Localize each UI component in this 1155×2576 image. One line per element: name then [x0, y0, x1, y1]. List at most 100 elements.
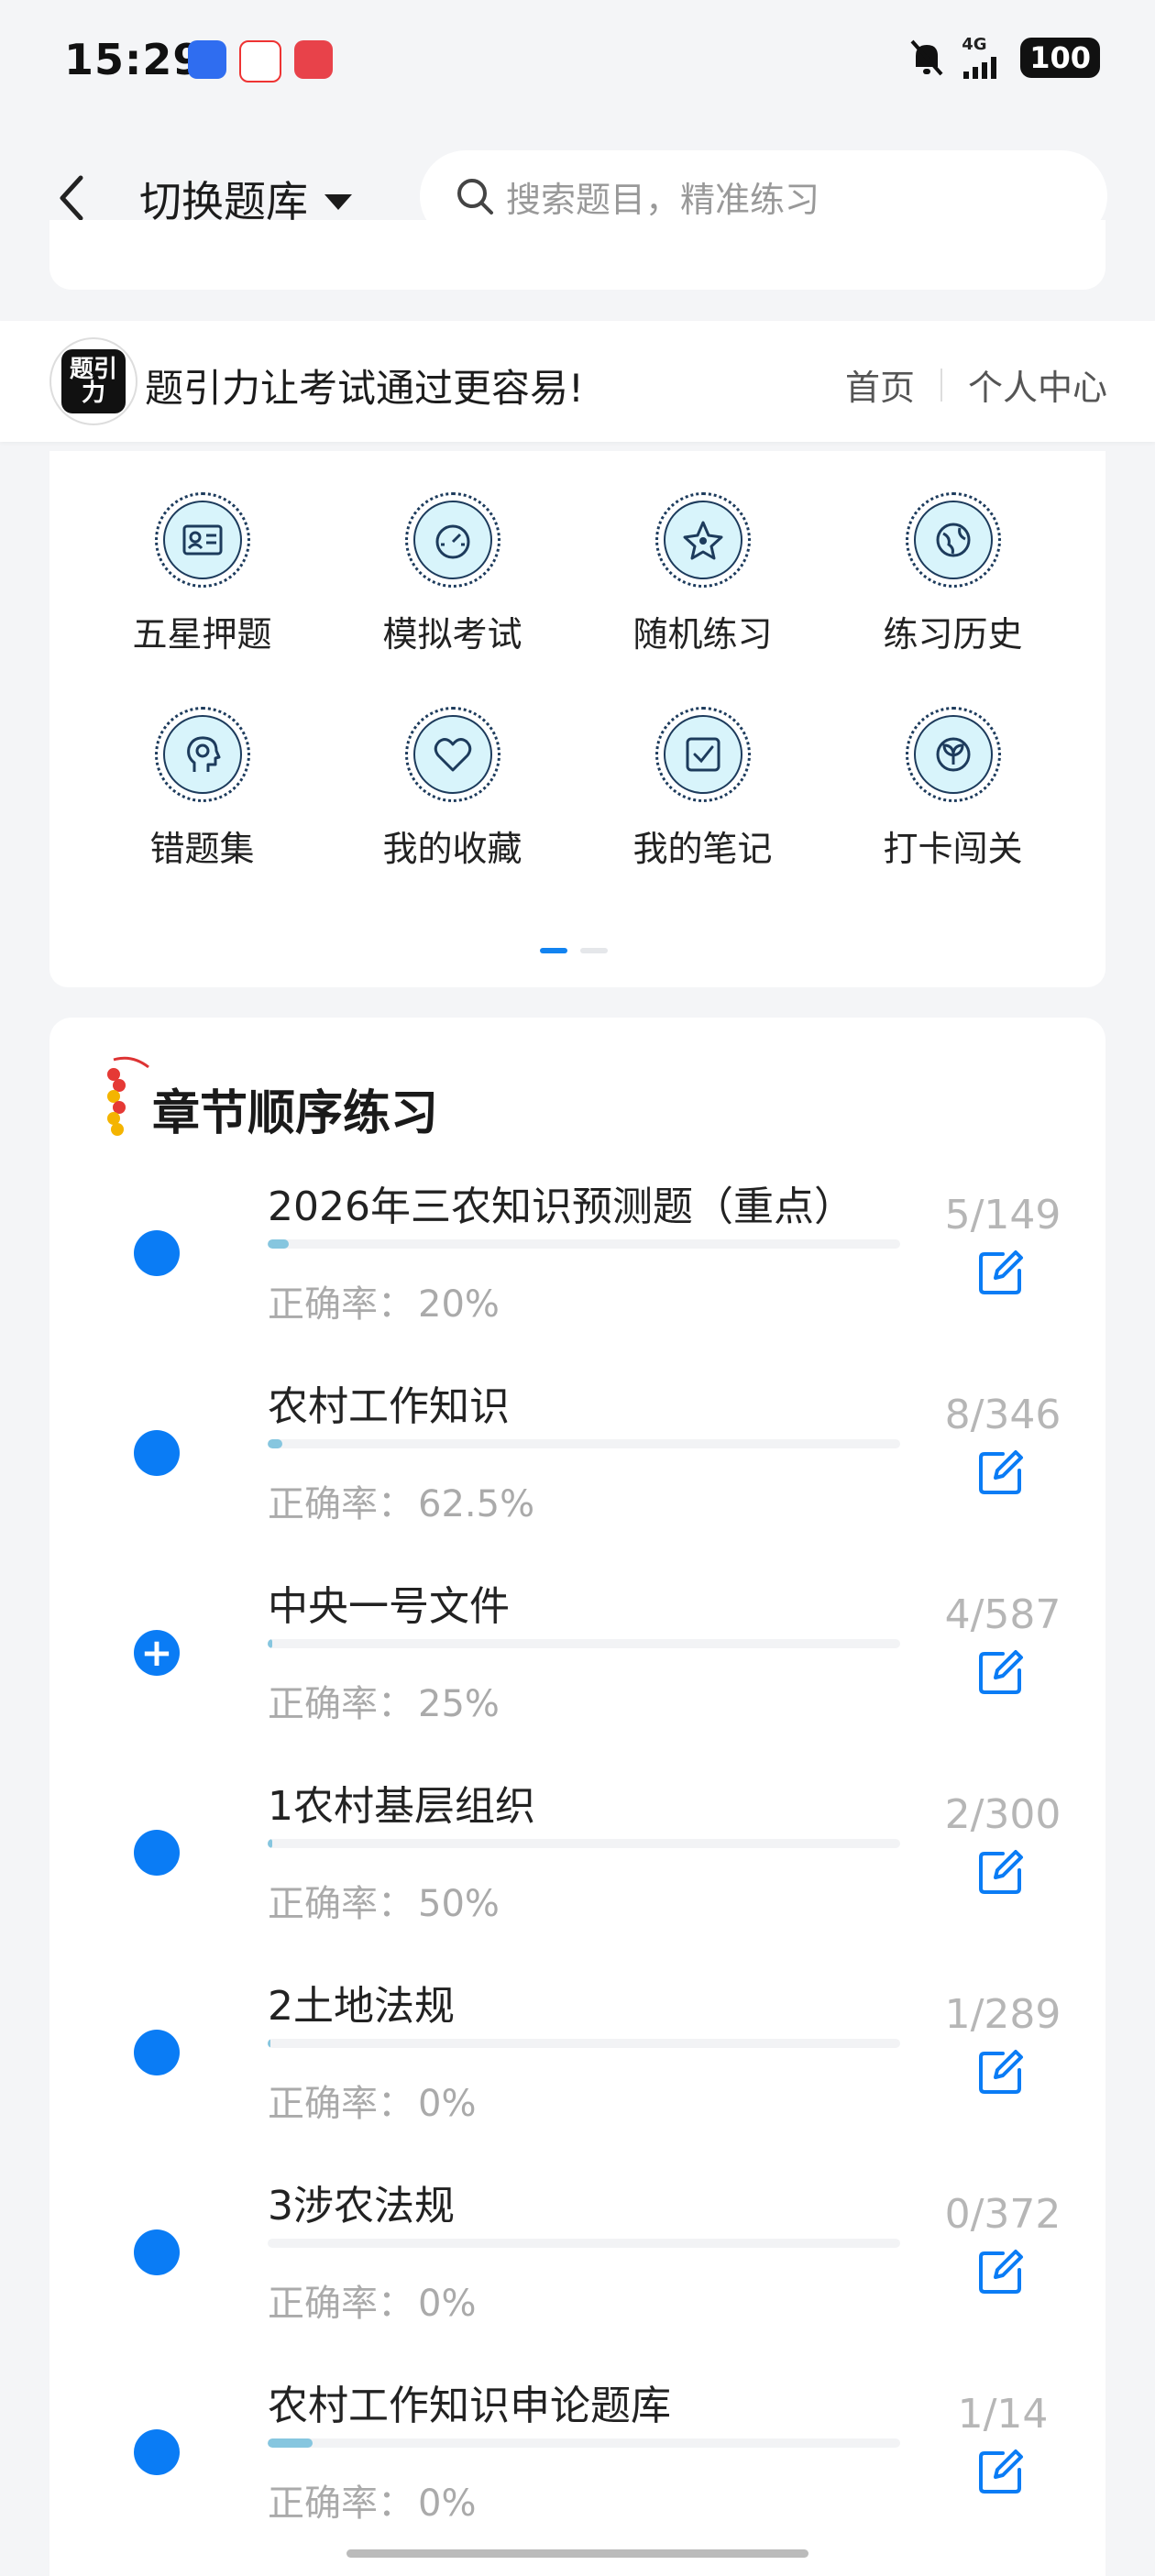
progress-count: 2/300: [944, 1791, 1062, 1838]
chapter-name: 2土地法规: [268, 1983, 455, 2030]
feature-grid: 五星押题 模拟考试 随机练习 练习历史 错题集 我的收藏 我的笔记 打卡闯关: [50, 492, 1133, 871]
chapter-name: 3涉农法规: [268, 2183, 455, 2229]
accuracy-text: 正确率： 25%: [268, 1674, 500, 1727]
grid-item-label: 练习历史: [883, 614, 1023, 655]
speedometer-icon: [435, 524, 469, 559]
grid-item-notes[interactable]: 我的笔记: [578, 707, 828, 871]
chapter-row[interactable]: 1农村基层组织正确率： 50% 2/300: [50, 1764, 1106, 1964]
battery-level: 100: [1020, 38, 1100, 78]
progress-track: [268, 1439, 900, 1448]
progress-fill: [268, 1239, 289, 1249]
id-card-icon: [182, 524, 222, 556]
grid-item-label: 随机练习: [632, 614, 773, 655]
chapter-practice-card: 章节顺序练习 2026年三农知识预测题（重点） 正确率： 20% 5/149 农村工作知…: [50, 1018, 1106, 2576]
accuracy-label: 正确率：: [268, 2083, 414, 2125]
accuracy-text: 正确率： 50%: [268, 1874, 500, 1927]
grid-item-label: 我的笔记: [632, 829, 773, 869]
search-placeholder: 搜索题目，精准练习: [506, 179, 820, 220]
chapter-name: 1农村基层组织: [268, 1783, 535, 1830]
chapter-name: 农村工作知识申论题库: [268, 2383, 671, 2429]
edit-button[interactable]: [975, 1447, 1027, 1502]
slogan: 题引力让考试通过更容易!: [145, 366, 584, 411]
chapter-row[interactable]: + 中央一号文件 正确率： 25% 4/587: [50, 1564, 1106, 1764]
profile-link[interactable]: 个人中心: [968, 359, 1107, 410]
edit-icon: [979, 1650, 1023, 1694]
grid-item-mock-exam[interactable]: 模拟考试: [327, 492, 578, 656]
chapter-dot-icon[interactable]: [134, 1430, 180, 1476]
edit-button[interactable]: [975, 1247, 1027, 1302]
grid-item-label: 错题集: [149, 829, 255, 869]
grid-item-random-practice[interactable]: 随机练习: [578, 492, 828, 656]
brand-bar: 题引力 题引力让考试通过更容易! 首页 个人中心: [0, 321, 1155, 442]
chapter-dot-icon[interactable]: [134, 1230, 180, 1276]
chapter-dot-icon[interactable]: [134, 2429, 180, 2475]
chapter-name: 中央一号文件: [268, 1583, 510, 1630]
page-dot[interactable]: [580, 948, 608, 953]
edit-button[interactable]: [975, 1846, 1027, 1901]
chevron-left-icon: [60, 175, 83, 221]
edit-button[interactable]: [975, 2246, 1027, 2301]
edit-icon: [979, 2250, 1023, 2294]
grid-item-checkin[interactable]: 打卡闯关: [828, 707, 1078, 871]
accuracy-value: 0%: [418, 2083, 477, 2125]
heart-icon: [434, 738, 471, 772]
system-indicators: 4G 100: [908, 37, 1100, 79]
banner-card-edge: [50, 220, 1106, 290]
grid-item-history[interactable]: 练习历史: [828, 492, 1078, 656]
grid-item-label: 模拟考试: [382, 614, 522, 655]
progress-track: [268, 1639, 900, 1648]
accuracy-label: 正确率：: [268, 1683, 414, 1725]
page-dot-active[interactable]: [540, 948, 567, 953]
progress-fill: [268, 1639, 272, 1648]
sprout-icon: [936, 737, 970, 772]
accuracy-value: 25%: [418, 1683, 500, 1725]
section-title: 章节顺序练习: [152, 1086, 439, 1141]
progress-fill: [268, 2438, 313, 2448]
edit-button[interactable]: [975, 2446, 1027, 2501]
chapter-row[interactable]: 2026年三农知识预测题（重点） 正确率： 20% 5/149: [50, 1164, 1106, 1364]
progress-count: 0/372: [944, 2191, 1062, 2238]
app-notification-icon: [239, 40, 281, 83]
grid-item-five-star[interactable]: 五星押题: [77, 492, 327, 656]
accuracy-label: 正确率：: [268, 1483, 414, 1525]
progress-count: 1/14: [957, 2391, 1049, 2438]
chapter-dot-icon[interactable]: [134, 1830, 180, 1876]
expand-plus-icon[interactable]: +: [134, 1630, 180, 1676]
chapter-name: 2026年三农知识预测题（重点）: [268, 1183, 854, 1230]
progress-count: 8/346: [944, 1392, 1062, 1438]
accuracy-value: 0%: [418, 2283, 477, 2325]
head-icon: [186, 736, 220, 772]
logo-mark: 题引力: [61, 349, 126, 413]
mute-bell-icon: [910, 39, 943, 76]
accuracy-value: 20%: [418, 1283, 500, 1326]
notification-icons: [188, 40, 333, 83]
progress-track: [268, 2438, 900, 2448]
chapter-row[interactable]: 2土地法规正确率： 0% 1/289: [50, 1964, 1106, 2163]
grid-item-favorites[interactable]: 我的收藏: [327, 707, 578, 871]
accuracy-label: 正确率：: [268, 2283, 414, 2325]
edit-button[interactable]: [975, 1646, 1027, 1701]
status-bar: 15:29 4G 100: [0, 0, 1155, 128]
chapter-row[interactable]: 农村工作知识申论题库 正确率： 0% 1/14: [50, 2363, 1106, 2563]
accuracy-label: 正确率：: [268, 1283, 414, 1326]
globe-icon: [936, 523, 970, 557]
chapter-dot-icon[interactable]: [134, 2030, 180, 2075]
chapter-row[interactable]: 3涉农法规正确率： 0% 0/372: [50, 2163, 1106, 2363]
edit-button[interactable]: [975, 2046, 1027, 2101]
chapter-row[interactable]: 农村工作知识 正确率： 62.5% 8/346: [50, 1364, 1106, 1564]
chapter-dot-icon[interactable]: [134, 2229, 180, 2275]
page-indicator: [540, 948, 608, 953]
home-link[interactable]: 首页: [845, 359, 915, 410]
signal-icon: [963, 57, 997, 79]
progress-fill: [268, 1839, 272, 1848]
grid-item-wrong-questions[interactable]: 错题集: [77, 707, 327, 871]
edit-icon: [979, 2050, 1023, 2094]
checkbox-icon: [686, 737, 720, 772]
caret-down-icon: [324, 193, 352, 210]
accuracy-value: 0%: [418, 2482, 477, 2525]
progress-count: 5/149: [944, 1192, 1062, 1238]
progress-track: [268, 1239, 900, 1249]
progress-count: 1/289: [944, 1991, 1062, 2038]
progress-track: [268, 2239, 900, 2248]
home-indicator[interactable]: [346, 2549, 808, 2558]
